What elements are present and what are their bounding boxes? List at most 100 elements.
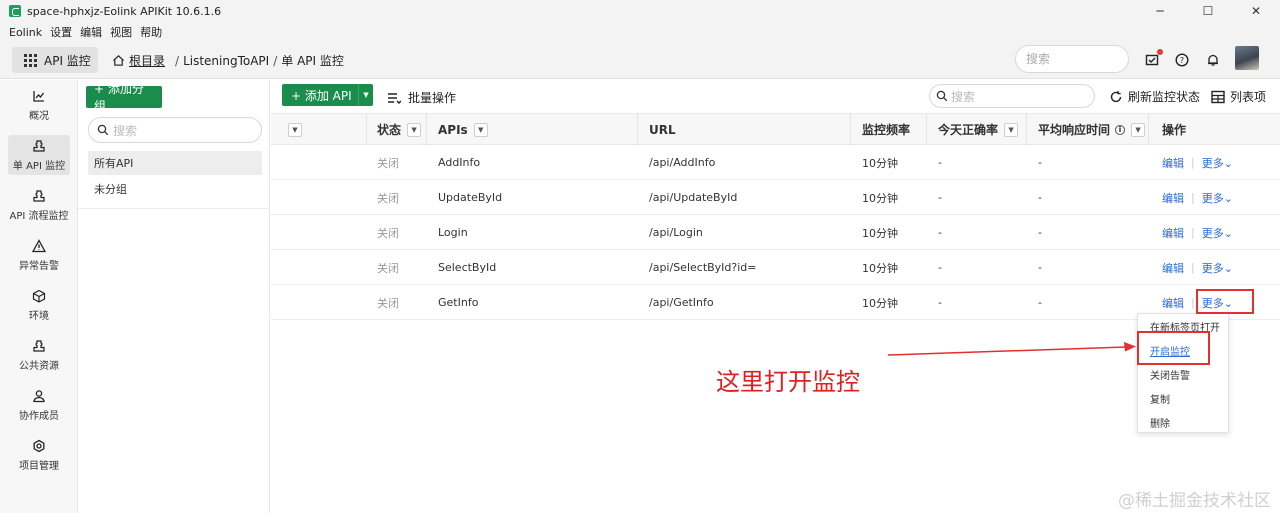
menu-disable-alert[interactable]: 关闭告警: [1150, 367, 1190, 382]
nav-members[interactable]: 协作成员: [8, 385, 70, 425]
menu-bar: Eolink 设置 编辑 视图 帮助: [0, 22, 1280, 42]
nav-api-flow-monitor[interactable]: API 流程监控: [8, 185, 70, 225]
highlight-more-box: [1196, 289, 1254, 314]
group-panel: + 添加分组 搜索 所有API 未分组: [78, 80, 270, 513]
add-api-dropdown-icon[interactable]: ▼: [358, 84, 373, 106]
breadcrumb-root[interactable]: 根目录: [129, 52, 165, 69]
maximize-button[interactable]: ☐: [1184, 0, 1232, 22]
app-header: API 监控 根目录 / ListeningToAPI / 单 API 监控 搜…: [0, 42, 1280, 79]
avatar[interactable]: [1235, 46, 1259, 70]
row-operations: 编辑 | 更多⌄: [1162, 155, 1233, 171]
close-button[interactable]: ✕: [1232, 0, 1280, 22]
bell-icon[interactable]: [1205, 52, 1221, 68]
menu-help[interactable]: 帮助: [140, 24, 162, 40]
row-accuracy: -: [938, 156, 942, 169]
add-api-split-button: + 添加 API ▼: [282, 84, 373, 106]
help-icon[interactable]: ?: [1174, 52, 1190, 68]
row-url: /api/GetInfo: [649, 296, 714, 309]
add-group-button[interactable]: + 添加分组: [86, 82, 162, 113]
nav-project-management-label: 项目管理: [19, 460, 59, 472]
accuracy-sort-icon[interactable]: ▼: [1004, 122, 1019, 137]
menu-view[interactable]: 视图: [110, 24, 132, 40]
edit-link[interactable]: 编辑: [1162, 155, 1184, 171]
row-frequency: 10分钟: [862, 296, 898, 310]
task-icon[interactable]: [1144, 49, 1163, 68]
nav-alerts-label: 异常告警: [19, 260, 59, 272]
status-header-label: 状态: [377, 123, 402, 137]
refresh-status-label: 刷新监控状态: [1128, 90, 1201, 104]
more-link[interactable]: 更多⌄: [1202, 190, 1233, 206]
edit-link[interactable]: 编辑: [1162, 225, 1184, 241]
status-filter-icon[interactable]: ▼: [407, 122, 422, 137]
apis-filter-icon[interactable]: ▼: [473, 122, 488, 137]
batch-operation-button[interactable]: 批量操作: [387, 89, 456, 106]
group-search-input[interactable]: 搜索: [88, 117, 262, 143]
menu-copy[interactable]: 复制: [1150, 391, 1170, 406]
global-search-input[interactable]: 搜索: [1015, 45, 1129, 73]
table-row: 关闭 SelectById /api/SelectById?id= 10分钟 -…: [271, 250, 1280, 285]
minimize-button[interactable]: ─: [1136, 0, 1184, 22]
row-api-name[interactable]: SelectById: [438, 250, 496, 285]
response-time-sort-icon[interactable]: ▼: [1131, 122, 1146, 137]
row-accuracy: -: [938, 226, 942, 239]
more-link[interactable]: 更多⌄: [1202, 225, 1233, 241]
row-response-time: -: [1038, 226, 1042, 239]
edit-link[interactable]: 编辑: [1162, 260, 1184, 276]
more-link[interactable]: 更多⌄: [1202, 155, 1233, 171]
breadcrumb-project[interactable]: ListeningToAPI: [183, 54, 269, 68]
menu-eolink[interactable]: Eolink: [9, 26, 42, 39]
row-url: /api/SelectById?id=: [649, 261, 757, 274]
breadcrumb-separator: /: [273, 53, 278, 68]
more-link[interactable]: 更多⌄: [1202, 260, 1233, 276]
nav-environment[interactable]: 环境: [8, 285, 70, 325]
row-api-name[interactable]: UpdateById: [438, 180, 502, 215]
add-api-button[interactable]: + 添加 API: [282, 87, 358, 104]
frequency-column-header: 监控频率: [862, 123, 911, 137]
menu-settings[interactable]: 设置: [50, 24, 72, 40]
row-api-name[interactable]: Login: [438, 215, 468, 250]
watermark: @稀土掘金技术社区: [1118, 491, 1271, 511]
row-response-time: -: [1038, 191, 1042, 204]
edit-link[interactable]: 编辑: [1162, 190, 1184, 206]
column-settings-button[interactable]: 列表项: [1211, 88, 1266, 105]
group-item-ungrouped[interactable]: 未分组: [88, 177, 262, 201]
nav-single-api-monitor[interactable]: 单 API 监控: [8, 135, 70, 175]
select-dropdown-icon[interactable]: ▼: [288, 122, 302, 137]
row-api-name[interactable]: AddInfo: [438, 145, 480, 180]
edit-link[interactable]: 编辑: [1162, 295, 1184, 311]
refresh-icon: [1110, 90, 1122, 102]
operations-column-header: 操作: [1162, 123, 1187, 137]
chart-icon: [33, 90, 45, 102]
row-status: 关闭: [377, 226, 399, 240]
module-label: API 监控: [44, 53, 91, 68]
row-accuracy: -: [938, 191, 942, 204]
svg-text:?: ?: [1180, 56, 1184, 65]
refresh-status-button[interactable]: 刷新监控状态: [1109, 88, 1200, 105]
column-settings-label: 列表项: [1230, 90, 1267, 104]
nav-overview[interactable]: 概况: [8, 85, 70, 125]
annotation-text: 这里打开监控: [716, 368, 860, 396]
breadcrumb: 根目录 / ListeningToAPI / 单 API 监控: [112, 52, 344, 69]
nav-alerts[interactable]: 异常告警: [8, 235, 70, 275]
nav-members-label: 协作成员: [19, 410, 59, 422]
row-accuracy: -: [938, 296, 942, 309]
menu-edit[interactable]: 编辑: [80, 24, 102, 40]
nav-public-resources[interactable]: 公共资源: [8, 335, 70, 375]
search-icon: [936, 90, 948, 102]
table-row: 关闭 AddInfo /api/AddInfo 10分钟 - - 编辑 | 更多⌄: [271, 145, 1280, 180]
api-search-input[interactable]: 搜索: [929, 84, 1095, 108]
row-status: 关闭: [377, 261, 399, 275]
group-item-all-apis[interactable]: 所有API: [88, 151, 262, 175]
info-icon[interactable]: i: [1115, 124, 1126, 135]
nav-overview-label: 概况: [29, 110, 49, 122]
puzzle-icon: [33, 139, 45, 152]
module-switch-button[interactable]: API 监控: [12, 47, 98, 73]
row-api-name[interactable]: GetInfo: [438, 285, 478, 320]
left-nav: 概况 单 API 监控 API 流程监控 异常告警 环境 公共资源 协作成员 项…: [0, 80, 78, 513]
nav-public-resources-label: 公共资源: [19, 360, 59, 372]
row-response-time: -: [1038, 261, 1042, 274]
apis-header-label: APIs: [438, 122, 468, 137]
nav-project-management[interactable]: 项目管理: [8, 435, 70, 475]
puzzle-icon: [33, 189, 45, 202]
menu-delete[interactable]: 删除: [1150, 415, 1170, 430]
